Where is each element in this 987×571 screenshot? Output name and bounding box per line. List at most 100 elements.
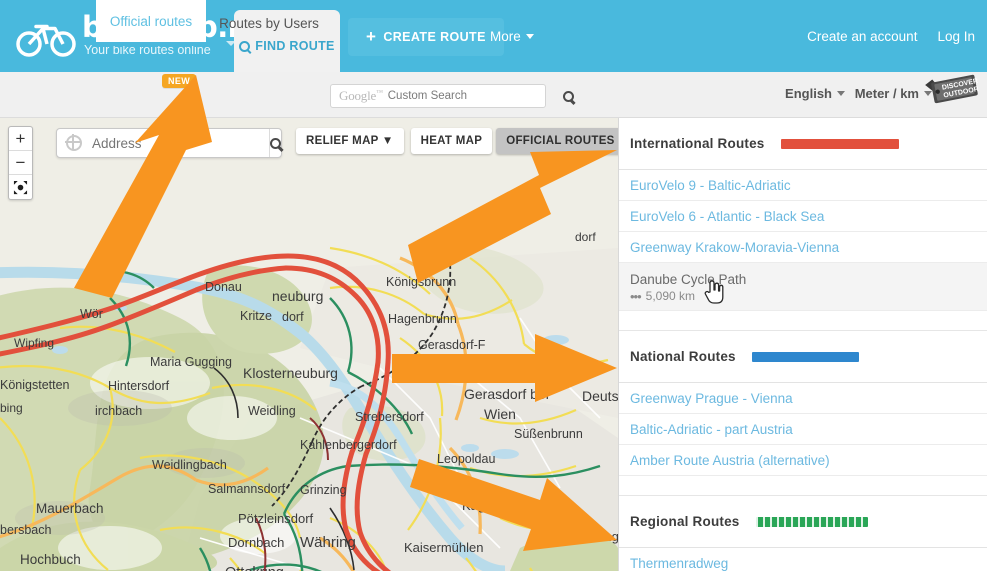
- map-label: dorf: [575, 230, 596, 244]
- map-label: Weidling: [248, 404, 296, 418]
- route-list-item[interactable]: Baltic-Adriatic - part Austria: [619, 414, 987, 445]
- heat-map-toggle[interactable]: HEAT MAP: [410, 128, 493, 154]
- bikemap-page: bikemap.net Your bike routes online FIND…: [0, 0, 987, 571]
- map-label: Klosterneuburg: [243, 365, 338, 381]
- map-label: Donau: [205, 280, 242, 294]
- map-label: irchbach: [95, 404, 142, 418]
- search-icon: [270, 137, 281, 149]
- map-label: Kagran: [462, 498, 504, 513]
- map-label: Strebersdorf: [355, 410, 424, 424]
- map-label: Hochbuch: [20, 552, 81, 567]
- tab-official-routes[interactable]: Official routes: [96, 0, 206, 46]
- map-label: Salmannsdorf: [208, 482, 286, 496]
- map-label: Gerasdorf-F: [418, 338, 486, 352]
- route-name: Amber Route Austria (alternative): [630, 452, 830, 468]
- account-links: Create an account Log In: [807, 29, 975, 44]
- map-label: Pötzleinsdorf: [238, 511, 314, 526]
- map-label: Hagenbrunn: [388, 312, 457, 326]
- route-distance: ••• 5,090 km: [630, 289, 695, 304]
- tab-routes-by-users-label: Routes by Users: [219, 15, 319, 31]
- route-color-swatch: [751, 351, 859, 362]
- fullscreen-locate-button[interactable]: [9, 175, 32, 199]
- routes-section-header: Regional Routes: [619, 496, 987, 548]
- routes-sidebar[interactable]: International Routes EuroVelo 9 - Baltic-…: [618, 118, 987, 571]
- create-route-button[interactable]: + CREATE ROUTE: [348, 18, 504, 56]
- map-label: Gerasdorf bei: [464, 386, 549, 402]
- tab-routes-by-users[interactable]: Routes by Users: [206, 0, 332, 46]
- map-label: Kahlenbergerdorf: [300, 438, 397, 452]
- map-label: Währing: [300, 534, 356, 551]
- log-in-link[interactable]: Log In: [937, 29, 975, 44]
- language-selector[interactable]: English: [785, 86, 845, 101]
- map-label: Grinzing: [300, 483, 347, 497]
- route-name: Danube Cycle Path: [630, 271, 747, 287]
- route-list-item[interactable]: Danube Cycle Path ••• 5,090 km: [619, 263, 987, 311]
- zoom-out-button[interactable]: −: [9, 151, 32, 175]
- route-name: Baltic-Adriatic - part Austria: [630, 421, 793, 437]
- map-label: neuburg: [272, 288, 323, 304]
- section-spacer: [619, 311, 987, 331]
- new-badge: NEW: [162, 74, 197, 88]
- more-menu[interactable]: More: [490, 29, 534, 44]
- map-zoom-controls[interactable]: + −: [8, 126, 33, 200]
- google-custom-search-input[interactable]: Google™ Custom Search: [330, 84, 546, 108]
- map-label: Weidlingbach: [152, 458, 227, 472]
- tab-official-routes-label: Official routes: [109, 13, 193, 29]
- address-search-button[interactable]: [269, 129, 281, 157]
- map-label: Mauerbach: [36, 501, 104, 516]
- map-label: Königstetten: [0, 378, 70, 392]
- crosshair-icon[interactable]: [65, 134, 82, 151]
- units-label: Meter / km: [854, 86, 919, 101]
- route-list-item[interactable]: Greenway Krakow-Moravia-Vienna: [619, 232, 987, 263]
- routes-section-title: National Routes: [630, 349, 736, 364]
- map-canvas[interactable]: Wipfing Königstetten bing Wör Hintersdorf irc…: [0, 118, 618, 571]
- map-label: Königsbrunn: [386, 275, 456, 289]
- language-label: English: [785, 86, 832, 101]
- map-label: Leopoldau: [437, 452, 495, 466]
- create-account-link[interactable]: Create an account: [807, 29, 917, 44]
- map-label: Maria Gugging: [150, 355, 232, 369]
- route-list-item[interactable]: Thermenradweg: [619, 548, 987, 571]
- mouse-cursor-pointing-hand: [704, 280, 724, 304]
- route-list-item[interactable]: Amber Route Austria (alternative): [619, 445, 987, 476]
- google-logo: Google™: [339, 88, 383, 103]
- locate-icon: [13, 180, 28, 194]
- routes-section-header: International Routes: [619, 118, 987, 170]
- bicycle-icon: [16, 24, 76, 57]
- map-label: Kaisermühlen: [404, 540, 484, 555]
- map-label: bing: [0, 401, 23, 415]
- map-tiles: Wipfing Königstetten bing Wör Hintersdorf irc…: [0, 118, 618, 571]
- routes-section-header: National Routes: [619, 331, 987, 383]
- route-color-swatch: [755, 516, 868, 527]
- map-label: dorf: [282, 310, 304, 324]
- zoom-in-button[interactable]: +: [9, 127, 32, 151]
- map-label: Hintersdorf: [108, 379, 170, 393]
- google-search-button[interactable]: [556, 84, 580, 108]
- map-layer-toggles: RELIEF MAP ▼ HEAT MAP OFFICIAL ROUTES: [296, 128, 618, 154]
- discover-outdoor-badge[interactable]: DISCOVER OUTDOOR: [921, 70, 983, 114]
- plus-icon: +: [366, 27, 377, 46]
- create-route-label: CREATE ROUTE: [383, 30, 486, 44]
- route-name: EuroVelo 9 - Baltic-Adriatic: [630, 177, 791, 193]
- route-list-item[interactable]: EuroVelo 9 - Baltic-Adriatic: [619, 170, 987, 201]
- chevron-down-icon: [837, 91, 845, 96]
- relief-map-toggle[interactable]: RELIEF MAP ▼: [296, 128, 404, 154]
- distance-dots-icon: •••: [630, 288, 642, 304]
- official-routes-toggle[interactable]: OFFICIAL ROUTES: [496, 128, 618, 154]
- route-name: Greenway Krakow-Moravia-Vienna: [630, 239, 840, 255]
- route-list-item[interactable]: Greenway Prague - Vienna: [619, 383, 987, 414]
- map-label: Deuts: [582, 388, 618, 404]
- routes-section-title: Regional Routes: [630, 514, 740, 529]
- map-label: Eßling: [582, 529, 618, 544]
- section-spacer: [619, 476, 987, 496]
- map-label: Kritze: [240, 309, 272, 323]
- map-label: Wien: [484, 406, 516, 422]
- route-list-item[interactable]: EuroVelo 6 - Atlantic - Black Sea: [619, 201, 987, 232]
- address-input[interactable]: [82, 135, 269, 151]
- address-search-box[interactable]: [56, 128, 282, 158]
- map-label: Dornbach: [228, 535, 284, 550]
- route-name: Thermenradweg: [630, 555, 729, 571]
- chevron-down-icon: [525, 34, 534, 39]
- route-name: Greenway Prague - Vienna: [630, 390, 793, 406]
- route-color-swatch: [780, 138, 899, 149]
